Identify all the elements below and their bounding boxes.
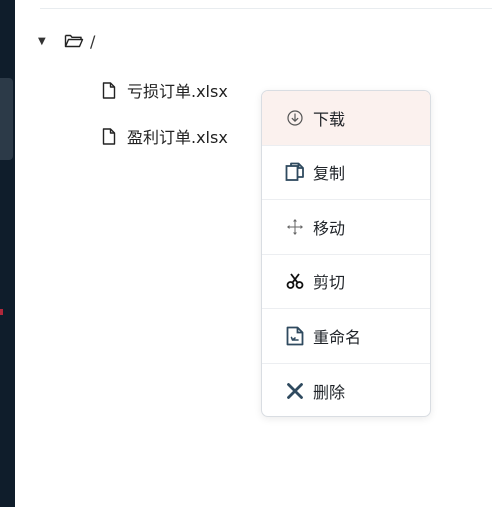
menu-item-move[interactable]: 移动 — [262, 200, 430, 255]
sidebar-indicator — [0, 309, 3, 315]
menu-item-label: 剪切 — [313, 273, 346, 293]
root-folder-label: / — [90, 31, 96, 51]
menu-item-label: 删除 — [313, 382, 346, 402]
menu-item-rename[interactable]: 重命名 — [262, 309, 430, 364]
copy-icon — [285, 162, 305, 182]
menu-item-cut[interactable]: 剪切 — [262, 255, 430, 309]
delete-x-icon — [285, 381, 305, 401]
file-name: 盈利订单.xlsx — [127, 128, 228, 147]
download-circle-icon — [285, 108, 305, 128]
file-item[interactable]: 亏损订单.xlsx — [102, 79, 228, 101]
menu-item-copy[interactable]: 复制 — [262, 146, 430, 200]
rename-icon — [285, 326, 305, 346]
left-sidebar — [0, 0, 15, 507]
caret-down-icon[interactable]: ▼ — [38, 36, 52, 47]
menu-item-download[interactable]: 下载 — [262, 91, 430, 146]
file-item[interactable]: 盈利订单.xlsx — [102, 125, 228, 147]
scissors-icon — [285, 271, 305, 291]
folder-open-icon — [64, 34, 84, 48]
menu-item-label: 移动 — [313, 218, 346, 238]
move-arrows-icon — [285, 217, 305, 237]
file-icon — [102, 127, 116, 145]
file-name: 亏损订单.xlsx — [127, 82, 228, 101]
menu-item-label: 下载 — [313, 109, 346, 129]
menu-item-delete[interactable]: 删除 — [262, 364, 430, 417]
menu-item-label: 重命名 — [313, 327, 362, 347]
menu-item-label: 复制 — [313, 164, 346, 184]
sidebar-scroll-thumb[interactable] — [0, 78, 13, 160]
top-divider — [40, 8, 492, 9]
file-icon — [102, 81, 116, 99]
tree-root-row[interactable]: ▼ / — [38, 31, 95, 51]
context-menu: 下载 复制 移动 剪切 重命名 删除 — [261, 90, 431, 417]
